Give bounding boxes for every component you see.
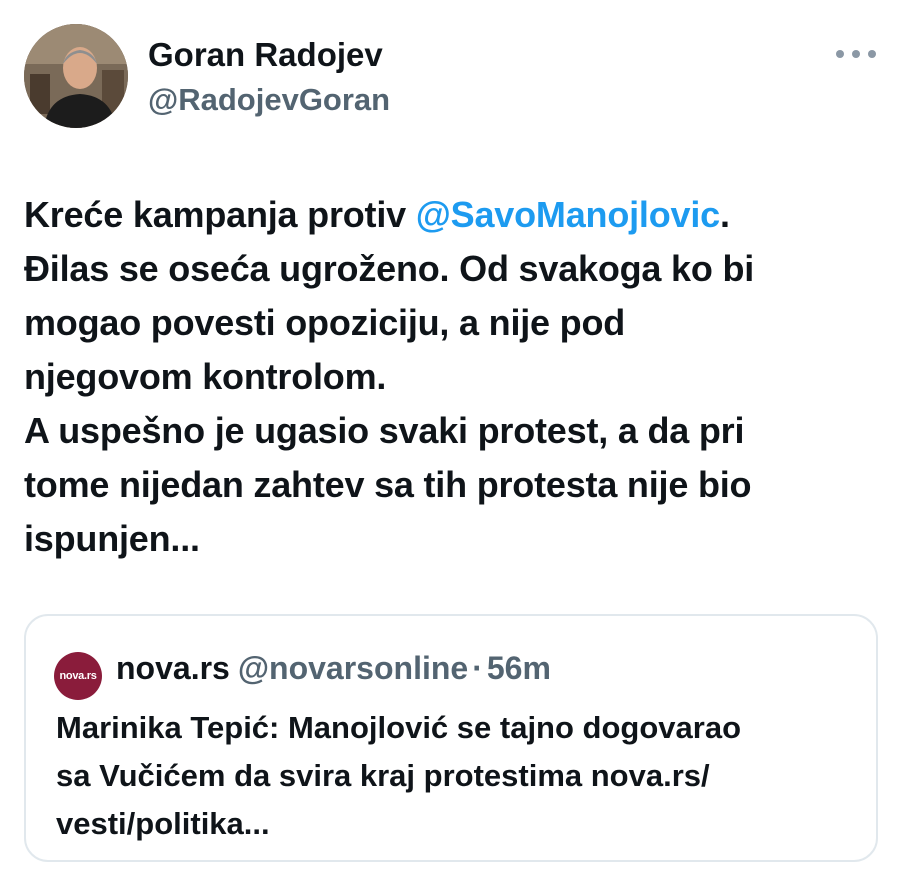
more-dot bbox=[852, 50, 860, 58]
tweet-line: Đilas se oseća ugroženo. Od svakoga ko b… bbox=[24, 248, 755, 289]
quoted-timestamp[interactable]: 56m bbox=[487, 650, 551, 686]
tweet-text-segment: Kreće kampanja protiv bbox=[24, 194, 416, 235]
quoted-handle[interactable]: @novarsonline bbox=[238, 650, 468, 686]
tweet-line: Kreće kampanja protiv @SavoManojlovic. bbox=[24, 188, 874, 242]
separator-dot: · bbox=[472, 650, 483, 686]
tweet-text-segment: . bbox=[719, 194, 730, 235]
author-handle[interactable]: @RadojevGoran bbox=[148, 82, 390, 118]
avatar-image bbox=[24, 24, 128, 128]
author-avatar[interactable] bbox=[24, 24, 128, 128]
tweet-text: Kreće kampanja protiv @SavoManojlovic. Đ… bbox=[24, 188, 874, 566]
quoted-tweet-header: nova.rs @novarsonline · 56m bbox=[116, 650, 551, 687]
tweet-line: tome nijedan zahtev sa tih protesta nije… bbox=[24, 464, 752, 505]
author-display-name[interactable]: Goran Radojev bbox=[148, 36, 383, 74]
tweet-line: A uspešno je ugasio svaki protest, a da … bbox=[24, 410, 745, 451]
tweet-line: mogao povesti opoziciju, a nije pod bbox=[24, 302, 626, 343]
quoted-line: vesti/politika... bbox=[56, 806, 270, 841]
quoted-line: Marinika Tepić: Manojlović se tajno dogo… bbox=[56, 710, 742, 745]
mention-link[interactable]: @SavoManojlovic bbox=[416, 194, 720, 235]
quoted-tweet-card[interactable]: nova.rs nova.rs @novarsonline · 56m Marinik… bbox=[24, 614, 878, 862]
quoted-display-name[interactable]: nova.rs bbox=[116, 650, 230, 686]
tweet-line: njegovom kontrolom. bbox=[24, 356, 387, 397]
more-dot bbox=[868, 50, 876, 58]
quoted-avatar[interactable]: nova.rs bbox=[54, 652, 102, 700]
tweet-line: ispunjen... bbox=[24, 518, 200, 559]
more-dot bbox=[836, 50, 844, 58]
quoted-line: sa Vučićem da svira kraj protestima nova… bbox=[56, 758, 710, 793]
more-horizontal-icon[interactable] bbox=[836, 44, 876, 64]
quoted-tweet-text: Marinika Tepić: Manojlović se tajno dogo… bbox=[56, 704, 856, 848]
